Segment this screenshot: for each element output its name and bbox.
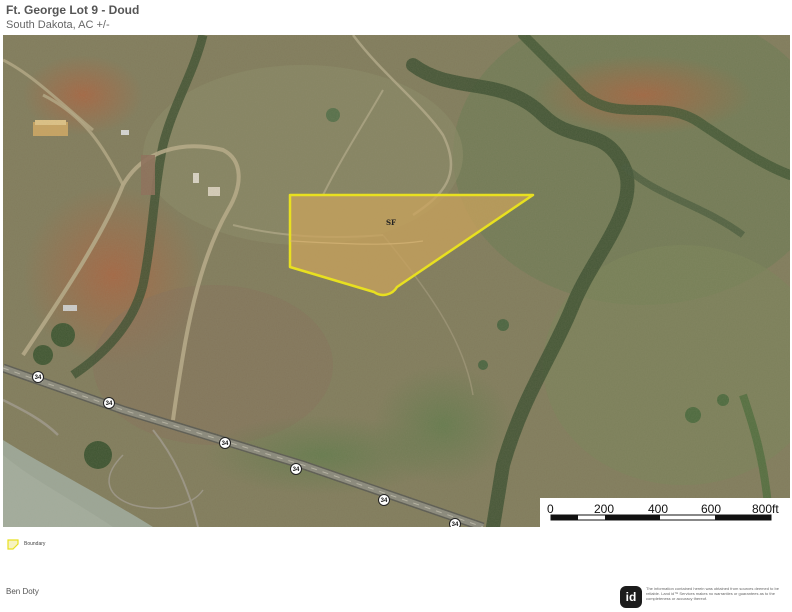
svg-text:34: 34: [35, 375, 42, 381]
scale-bar: 0 200 400 600 800ft: [540, 498, 790, 527]
disclaimer-text: The information contained herein was obt…: [646, 586, 779, 601]
boundary-legend-icon: [7, 539, 19, 550]
boundary-legend-label: Boundary: [24, 541, 46, 547]
svg-text:34: 34: [293, 467, 300, 473]
svg-text:34: 34: [452, 522, 459, 527]
scale-bar-graphic: [550, 514, 772, 521]
svg-text:34: 34: [222, 441, 229, 447]
agent-name: Ben Doty: [6, 587, 39, 596]
land-id-logo: id: [620, 586, 642, 608]
map-subtitle: South Dakota, AC +/-: [6, 19, 110, 31]
map-imagery: SF 34 34 34 34 34 34: [3, 35, 790, 527]
satellite-map[interactable]: SF 34 34 34 34 34 34: [3, 35, 790, 527]
svg-text:34: 34: [381, 498, 388, 504]
highway-shield: 34: [290, 463, 302, 475]
highway-shield: 34: [449, 518, 461, 527]
highway-shield: 34: [378, 494, 390, 506]
highway-shield: 34: [219, 437, 231, 449]
svg-text:34: 34: [106, 401, 113, 407]
map-title: Ft. George Lot 9 - Doud: [6, 3, 140, 17]
highway-shield: 34: [32, 371, 44, 383]
parcel-label: SF: [386, 218, 396, 227]
highway-shield: 34: [103, 397, 115, 409]
